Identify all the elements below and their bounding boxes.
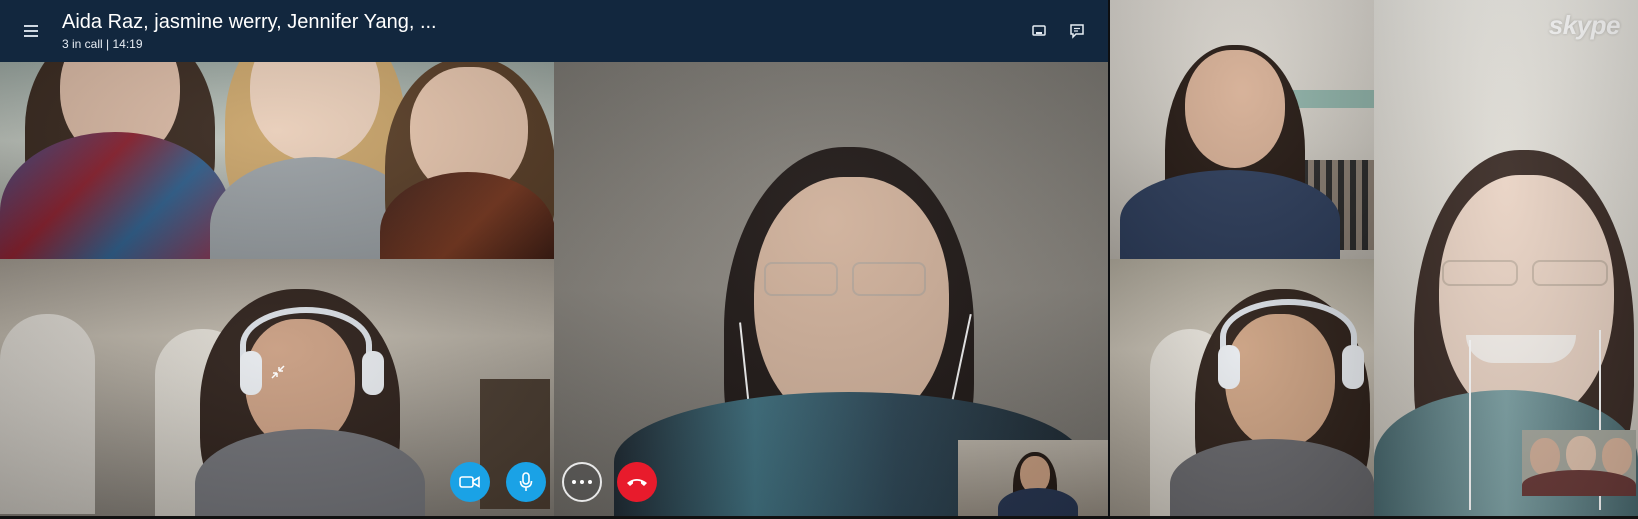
hang-up-icon[interactable]: [617, 462, 657, 502]
chat-icon[interactable]: [1067, 21, 1087, 41]
video-tile-headphones-smiling: [1110, 259, 1374, 516]
skype-logo: skype: [1548, 10, 1621, 40]
monitor-icon[interactable]: [1029, 21, 1049, 41]
group-thumbnail: [1522, 430, 1636, 496]
call-header: Aida Raz, jasmine werry, Jennifer Yang, …: [0, 0, 1108, 62]
more-options-icon[interactable]: [562, 462, 602, 502]
video-tile-earbuds: skype: [1374, 0, 1638, 516]
self-view-preview[interactable]: [958, 440, 1108, 516]
video-camera-icon[interactable]: [450, 462, 490, 502]
video-tile-group[interactable]: [0, 62, 554, 259]
skype-call-window: Aida Raz, jasmine werry, Jennifer Yang, …: [0, 0, 1108, 516]
call-status: 3 in call | 14:19: [62, 37, 143, 51]
video-tile-navy-shirt: [1110, 0, 1374, 259]
video-tile-main[interactable]: [554, 62, 1108, 516]
minimize-arrows-icon[interactable]: [270, 364, 286, 380]
call-screenshot-collage: skype: [1110, 0, 1638, 516]
microphone-icon[interactable]: [506, 462, 546, 502]
hamburger-list-icon[interactable]: [24, 25, 38, 37]
call-participants-title: Aida Raz, jasmine werry, Jennifer Yang, …: [62, 11, 437, 33]
